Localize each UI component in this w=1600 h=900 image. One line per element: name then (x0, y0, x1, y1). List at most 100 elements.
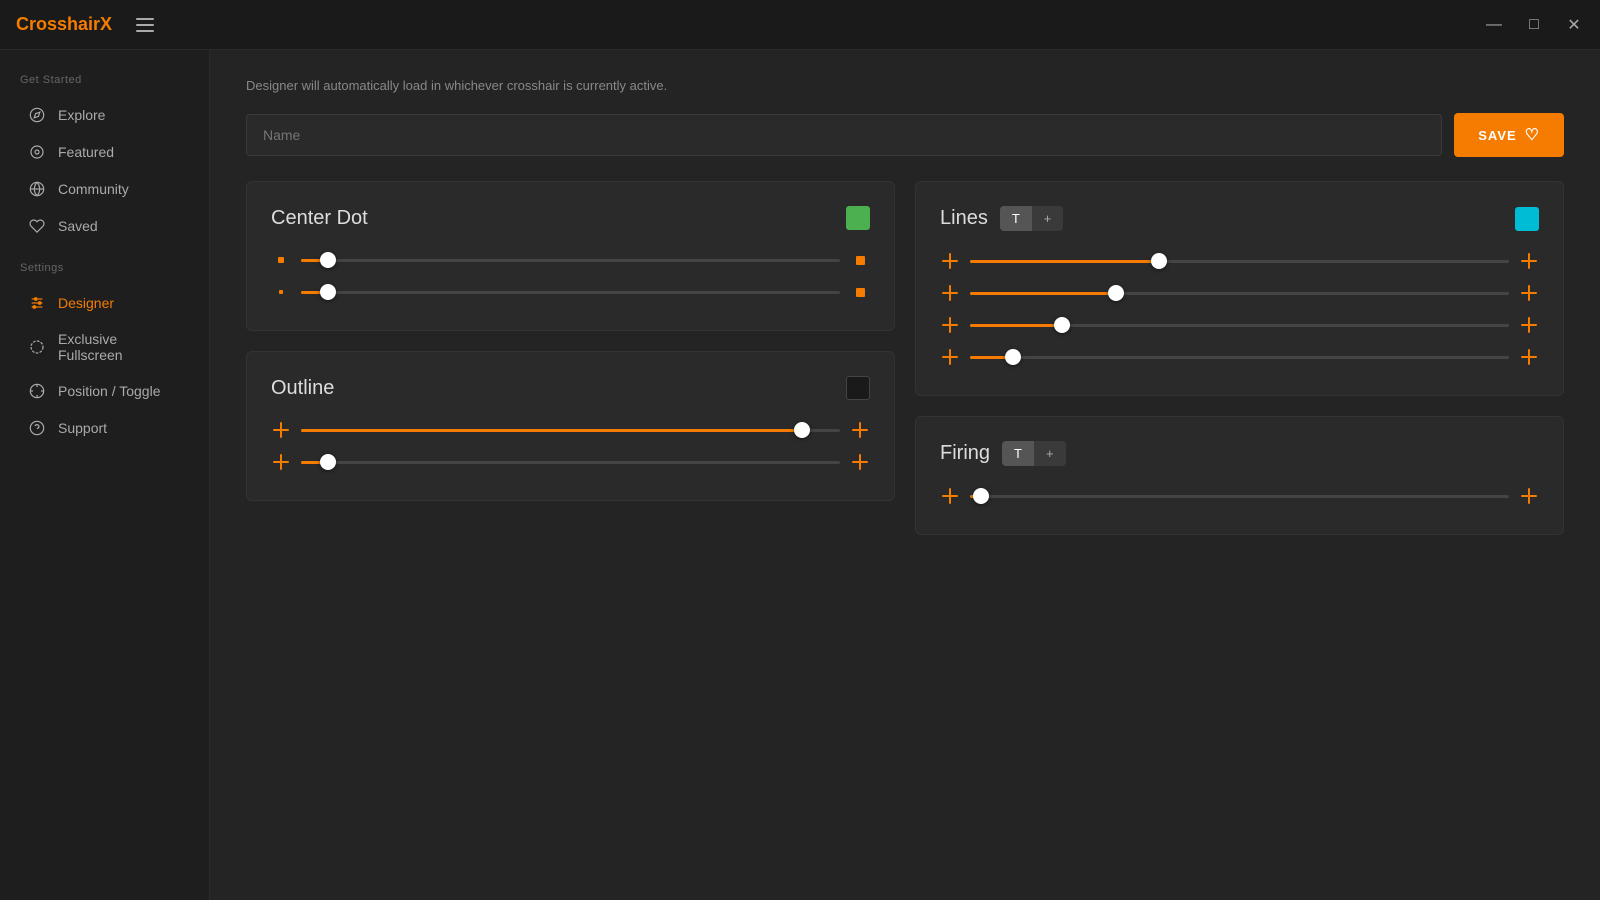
sidebar-label-featured: Featured (58, 144, 114, 160)
outline-swatch[interactable] (846, 376, 870, 400)
help-icon (28, 419, 46, 437)
save-button[interactable]: SAVE ♡ (1454, 113, 1564, 157)
firing-title-row: Firing T + (940, 441, 1066, 466)
sidebar-item-support[interactable]: Support (8, 410, 201, 446)
firing-title: Firing (940, 442, 990, 465)
lines-tab-group: T + (1000, 206, 1064, 231)
left-column: Center Dot (246, 181, 895, 535)
app-title-accent: X (100, 14, 112, 34)
lines-slider-3 (940, 315, 1539, 335)
lines-cross-left3-icon (940, 315, 960, 335)
sidebar-section-get-started: Get Started (0, 74, 209, 96)
fullscreen-icon (28, 338, 46, 356)
sidebar-item-position-toggle[interactable]: Position / Toggle (8, 373, 201, 409)
slider-wrapper[interactable] (301, 250, 840, 270)
heart-icon (28, 217, 46, 235)
star-icon (28, 143, 46, 161)
app-title: CrosshairX (16, 14, 112, 35)
lines-cross-right2-icon (1519, 283, 1539, 303)
sidebar-label-explore: Explore (58, 107, 105, 123)
lines-swatch[interactable] (1515, 207, 1539, 231)
center-dot-swatch[interactable] (846, 206, 870, 230)
lines-slider-1 (940, 251, 1539, 271)
firing-card: Firing T + (915, 416, 1564, 535)
name-row: SAVE ♡ (246, 113, 1564, 157)
outline-header: Outline (271, 376, 870, 400)
hamburger-menu[interactable] (136, 18, 154, 32)
firing-slider-1 (940, 486, 1539, 506)
name-input[interactable] (246, 114, 1442, 156)
lines-title-row: Lines T + (940, 206, 1063, 231)
lines-slider-4 (940, 347, 1539, 367)
titlebar-controls: — □ ✕ (1484, 15, 1584, 35)
sidebar-label-saved: Saved (58, 218, 98, 234)
lines-tab-t[interactable]: T (1000, 206, 1032, 231)
outline-slider-2 (271, 452, 870, 472)
right-column: Lines T + (915, 181, 1564, 535)
main-layout: Get Started Explore Featured Community S… (0, 50, 1600, 900)
lines-slider-wrap-3[interactable] (970, 315, 1509, 335)
sidebar-item-saved[interactable]: Saved (8, 208, 201, 244)
firing-cross-left-icon (940, 486, 960, 506)
lines-cross-right1-icon (1519, 251, 1539, 271)
center-dot-slider-2 (271, 282, 870, 302)
dot-xs-icon (271, 282, 291, 302)
sidebar-item-community[interactable]: Community (8, 171, 201, 207)
sidebar-item-designer[interactable]: Designer (8, 285, 201, 321)
outline-cross-left2-icon (271, 452, 291, 472)
firing-tab-plus[interactable]: + (1034, 441, 1066, 466)
center-dot-title: Center Dot (271, 207, 368, 230)
cards-grid: Center Dot (246, 181, 1564, 535)
outline-slider-wrap-1[interactable] (301, 420, 840, 440)
lines-card: Lines T + (915, 181, 1564, 396)
lines-cross-right4-icon (1519, 347, 1539, 367)
sidebar-item-featured[interactable]: Featured (8, 134, 201, 170)
dot-large-icon (850, 250, 870, 270)
center-dot-slider-1 (271, 250, 870, 270)
sidebar-item-explore[interactable]: Explore (8, 97, 201, 133)
heart-save-icon: ♡ (1525, 125, 1540, 145)
outline-card: Outline (246, 351, 895, 501)
lines-cross-left1-icon (940, 251, 960, 271)
outline-title: Outline (271, 377, 334, 400)
maximize-button[interactable]: □ (1524, 15, 1544, 35)
firing-tab-group: T + (1002, 441, 1066, 466)
outline-slider-wrap-2[interactable] (301, 452, 840, 472)
slider-wrapper-2[interactable] (301, 282, 840, 302)
dot-end-icon (850, 282, 870, 302)
lines-header: Lines T + (940, 206, 1539, 231)
lines-cross-left2-icon (940, 283, 960, 303)
outline-slider-1 (271, 420, 870, 440)
outline-cross-left-icon (271, 420, 291, 440)
close-button[interactable]: ✕ (1564, 15, 1584, 35)
firing-cross-right-icon (1519, 486, 1539, 506)
sidebar-label-community: Community (58, 181, 129, 197)
lines-slider-wrap-4[interactable] (970, 347, 1509, 367)
titlebar: CrosshairX — □ ✕ (0, 0, 1600, 50)
minimize-button[interactable]: — (1484, 15, 1504, 35)
firing-header: Firing T + (940, 441, 1539, 466)
lines-slider-wrap-2[interactable] (970, 283, 1509, 303)
sidebar: Get Started Explore Featured Community S… (0, 50, 210, 900)
lines-tab-plus[interactable]: + (1032, 206, 1064, 231)
sidebar-label-position-toggle: Position / Toggle (58, 383, 160, 399)
outline-cross-right2-icon (850, 452, 870, 472)
sidebar-label-support: Support (58, 420, 107, 436)
lines-slider-2 (940, 283, 1539, 303)
lines-title: Lines (940, 207, 988, 230)
content-area: Designer will automatically load in whic… (210, 50, 1600, 900)
center-dot-header: Center Dot (271, 206, 870, 230)
dot-small-icon (271, 250, 291, 270)
sidebar-label-designer: Designer (58, 295, 114, 311)
lines-cross-right3-icon (1519, 315, 1539, 335)
sidebar-section-settings: Settings (0, 262, 209, 284)
firing-slider-wrap-1[interactable] (970, 486, 1509, 506)
globe-icon (28, 180, 46, 198)
lines-slider-wrap-1[interactable] (970, 251, 1509, 271)
crosshair-icon (28, 382, 46, 400)
sidebar-label-exclusive-fullscreen: Exclusive Fullscreen (58, 331, 181, 363)
lines-cross-left4-icon (940, 347, 960, 367)
firing-tab-t[interactable]: T (1002, 441, 1034, 466)
sidebar-item-exclusive-fullscreen[interactable]: Exclusive Fullscreen (8, 322, 201, 372)
center-dot-card: Center Dot (246, 181, 895, 331)
